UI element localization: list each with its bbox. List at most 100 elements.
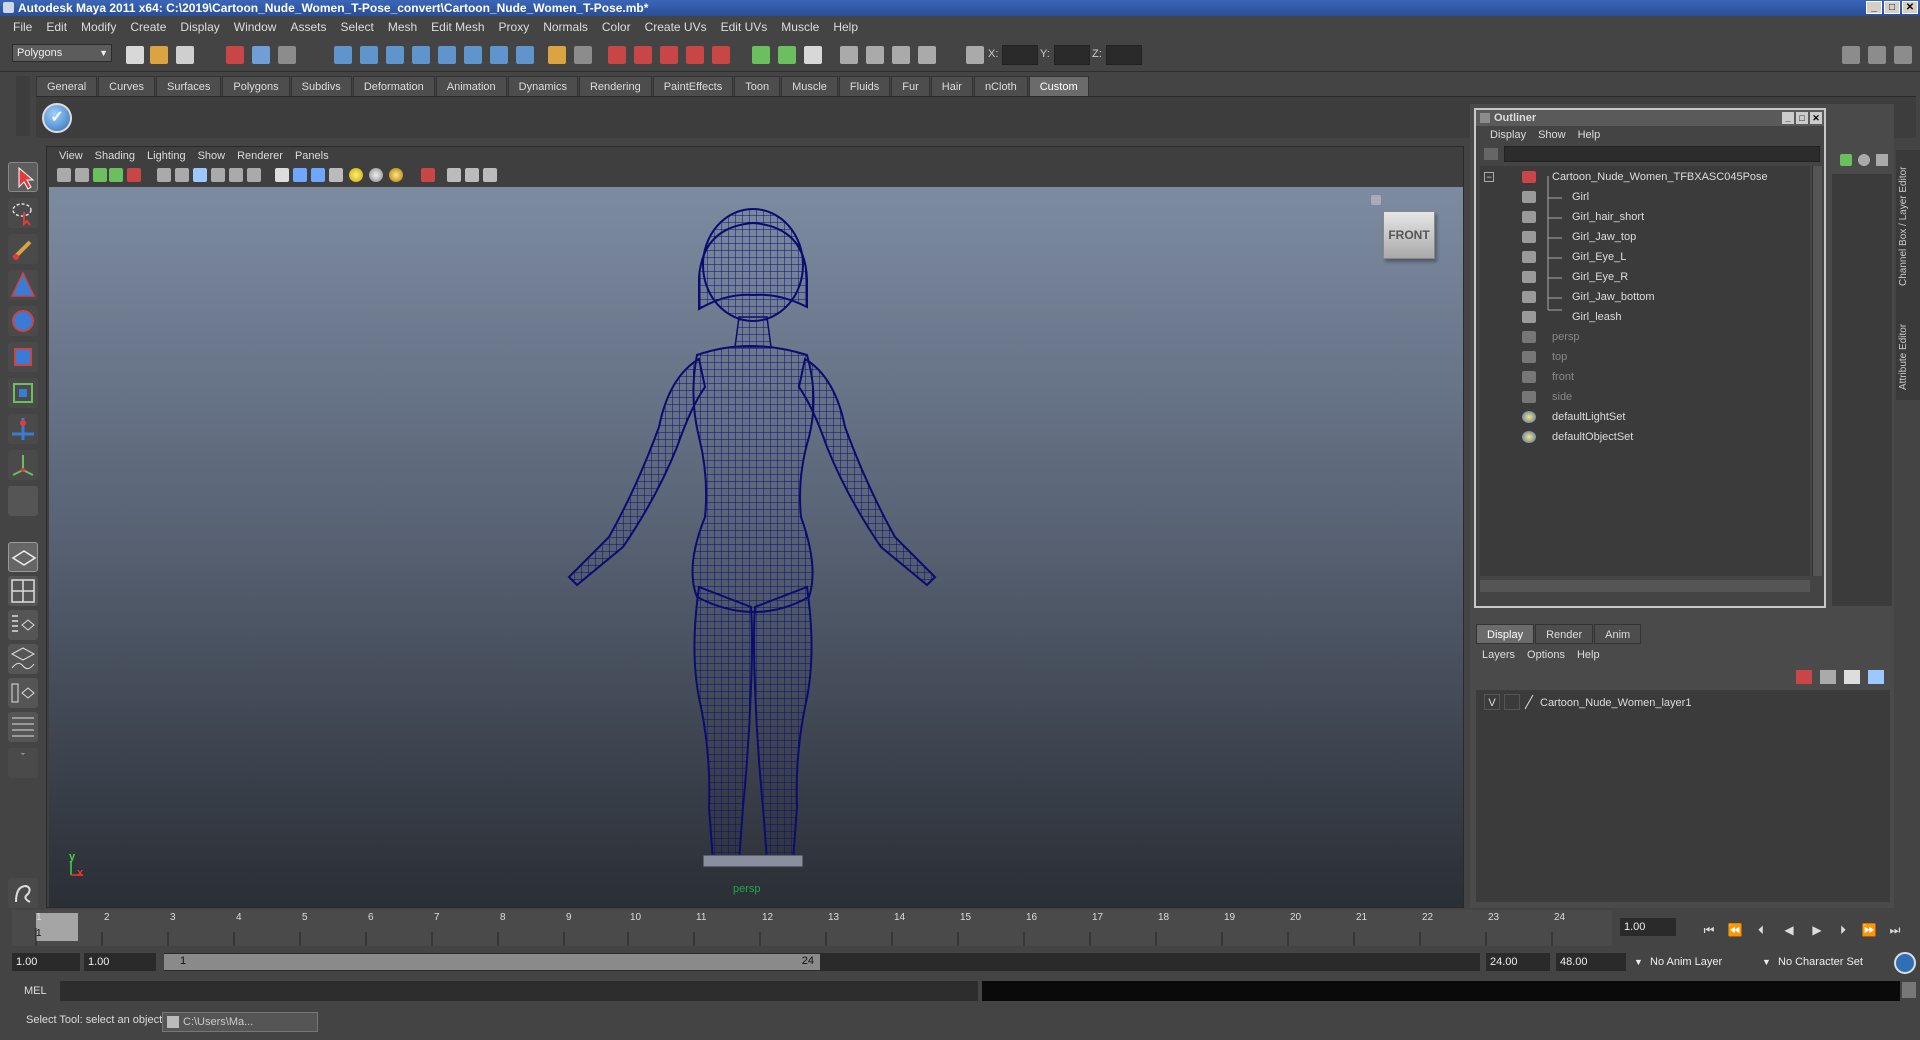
rotate-tool-icon[interactable] [8, 306, 38, 336]
snap-point-icon[interactable] [386, 46, 404, 64]
shelf-tab-surfaces[interactable]: Surfaces [155, 76, 222, 96]
perspective-viewport[interactable]: FRONT persp y x [49, 187, 1463, 907]
resolution-gate-icon[interactable] [193, 168, 207, 182]
animation-end-field[interactable]: 48.00 [1556, 953, 1626, 971]
panel-layout-icon[interactable] [1842, 46, 1860, 64]
minimize-button[interactable]: _ [1866, 1, 1882, 14]
default-lighting-icon[interactable] [349, 168, 363, 182]
outliner-menu-help[interactable]: Help [1572, 129, 1607, 141]
universal-manipulator-icon[interactable] [8, 378, 38, 408]
outliner-minimize-button[interactable]: _ [1782, 112, 1794, 124]
character-set-dropdown[interactable]: No Character Set ▼ [1762, 953, 1884, 971]
step-back-frame-icon[interactable]: ⏪ [1726, 922, 1744, 938]
outliner-vertical-scrollbar[interactable] [1812, 166, 1822, 576]
menu-window[interactable]: Window [227, 20, 284, 34]
two-d-pan-zoom-icon[interactable] [127, 168, 141, 182]
shelf-tab-polygons[interactable]: Polygons [222, 76, 290, 96]
render-view-icon[interactable] [712, 46, 730, 64]
mental-ray-icon[interactable] [8, 878, 38, 908]
isolate-select-icon[interactable] [421, 168, 435, 182]
playback-start-field[interactable]: 1.00 [84, 953, 156, 971]
hypershade-persp-layout-icon[interactable] [8, 678, 38, 708]
grid-toggle-icon[interactable] [157, 168, 171, 182]
menu-assets[interactable]: Assets [283, 20, 333, 34]
shelf-tab-fur[interactable]: Fur [891, 76, 930, 96]
soft-modification-icon[interactable] [8, 414, 38, 444]
menu-proxy[interactable]: Proxy [492, 20, 537, 34]
render-current-frame-icon[interactable] [608, 46, 626, 64]
layer-menu-layers[interactable]: Layers [1476, 646, 1521, 664]
outliner-horizontal-scrollbar[interactable] [1480, 580, 1810, 592]
snap-grid-icon[interactable] [334, 46, 352, 64]
transform-field-toggle-icon[interactable] [966, 46, 984, 64]
shelf-menu-handle[interactable] [16, 76, 30, 136]
outliner-item-set[interactable]: defaultObjectSet [1480, 428, 1810, 446]
image-plane-icon[interactable] [109, 168, 123, 182]
select-component-icon[interactable] [278, 46, 296, 64]
show-hide-attribute-editor-icon[interactable] [752, 46, 770, 64]
outliner-item-child[interactable]: Girl_hair_short [1480, 208, 1810, 226]
outliner-item-camera[interactable]: front [1480, 368, 1810, 386]
shelf-tab-toon[interactable]: Toon [734, 76, 781, 96]
backface-culling-icon[interactable] [483, 168, 497, 182]
playback-end-field[interactable]: 24.00 [1486, 953, 1550, 971]
create-empty-layer-icon[interactable] [1844, 670, 1860, 684]
tool-settings-layout-icon[interactable] [1894, 46, 1912, 64]
checkmark-shelf-icon[interactable]: ✓ [42, 103, 72, 133]
outliner-persp-layout-icon[interactable] [8, 610, 38, 640]
layout-more-icon[interactable]: ˇ [8, 748, 38, 778]
outliner-item-child[interactable]: Girl_leash [1480, 308, 1810, 326]
panel-menu-panels[interactable]: Panels [289, 150, 335, 162]
single-perspective-layout-icon[interactable] [8, 542, 38, 572]
step-back-key-icon[interactable]: ⏴ [1752, 922, 1770, 938]
home-icon[interactable] [1371, 195, 1381, 205]
scale-tool-icon[interactable] [8, 342, 38, 372]
graph-editor-icon[interactable] [892, 46, 910, 64]
shelf-tab-fluids[interactable]: Fluids [838, 76, 891, 96]
menu-display[interactable]: Display [173, 20, 226, 34]
play-forwards-icon[interactable]: ▶ [1808, 922, 1826, 938]
outliner-item-camera[interactable]: top [1480, 348, 1810, 366]
history-icon[interactable] [464, 46, 482, 64]
outliner-menu-display[interactable]: Display [1484, 129, 1532, 141]
show-manipulator-icon[interactable] [8, 450, 38, 480]
layer-row[interactable]: V Cartoon_Nude_Women_layer1 [1476, 694, 1890, 712]
shelf-tab-general[interactable]: General [36, 76, 98, 96]
pin-icon[interactable] [1876, 154, 1888, 166]
menu-edit[interactable]: Edit [39, 20, 74, 34]
range-slider-handle[interactable]: 1 24 [164, 954, 820, 970]
menu-edit-uvs[interactable]: Edit UVs [714, 20, 775, 34]
outliner-item-camera[interactable]: side [1480, 388, 1810, 406]
outliner-item-camera[interactable]: persp [1480, 328, 1810, 346]
shelf-tab-rendering[interactable]: Rendering [578, 76, 652, 96]
snap-curve-icon[interactable] [360, 46, 378, 64]
outliner-menu-show[interactable]: Show [1532, 129, 1572, 141]
menu-color[interactable]: Color [595, 20, 638, 34]
select-hierarchy-icon[interactable] [226, 46, 244, 64]
lock-icon[interactable] [548, 46, 566, 64]
anim-layer-dropdown[interactable]: No Anim Layer ▼ [1634, 953, 1756, 971]
circle-display-icon[interactable] [1858, 154, 1870, 166]
y-field[interactable] [1054, 45, 1090, 65]
input-ops-icon[interactable] [490, 46, 508, 64]
viewcube[interactable]: FRONT [1383, 211, 1435, 259]
layer-tab-render[interactable]: Render [1535, 624, 1594, 644]
select-tool-icon[interactable] [8, 162, 38, 192]
mel-toggle-button[interactable]: MEL [12, 982, 56, 1000]
help-question-icon[interactable] [516, 46, 534, 64]
menu-create[interactable]: Create [123, 20, 173, 34]
save-scene-icon[interactable] [176, 46, 194, 64]
gate-mask-icon[interactable] [211, 168, 225, 182]
layer-color-icon[interactable] [1524, 694, 1534, 710]
film-gate-icon[interactable] [175, 168, 189, 182]
menu-edit-mesh[interactable]: Edit Mesh [424, 20, 491, 34]
menu-file[interactable]: File [6, 20, 39, 34]
bookmark-icon[interactable] [93, 168, 107, 182]
shelf-tab-deformation[interactable]: Deformation [352, 76, 435, 96]
menu-set-selector[interactable]: Polygons ▼ [12, 44, 112, 62]
outliner-item-root[interactable]: − Cartoon_Nude_Women_TFBXASC045Pose [1480, 168, 1810, 186]
move-layer-up-icon[interactable] [1796, 670, 1812, 684]
menu-muscle[interactable]: Muscle [774, 20, 826, 34]
hypergraph-icon[interactable] [866, 46, 884, 64]
outliner-close-button[interactable]: ✕ [1810, 112, 1822, 124]
